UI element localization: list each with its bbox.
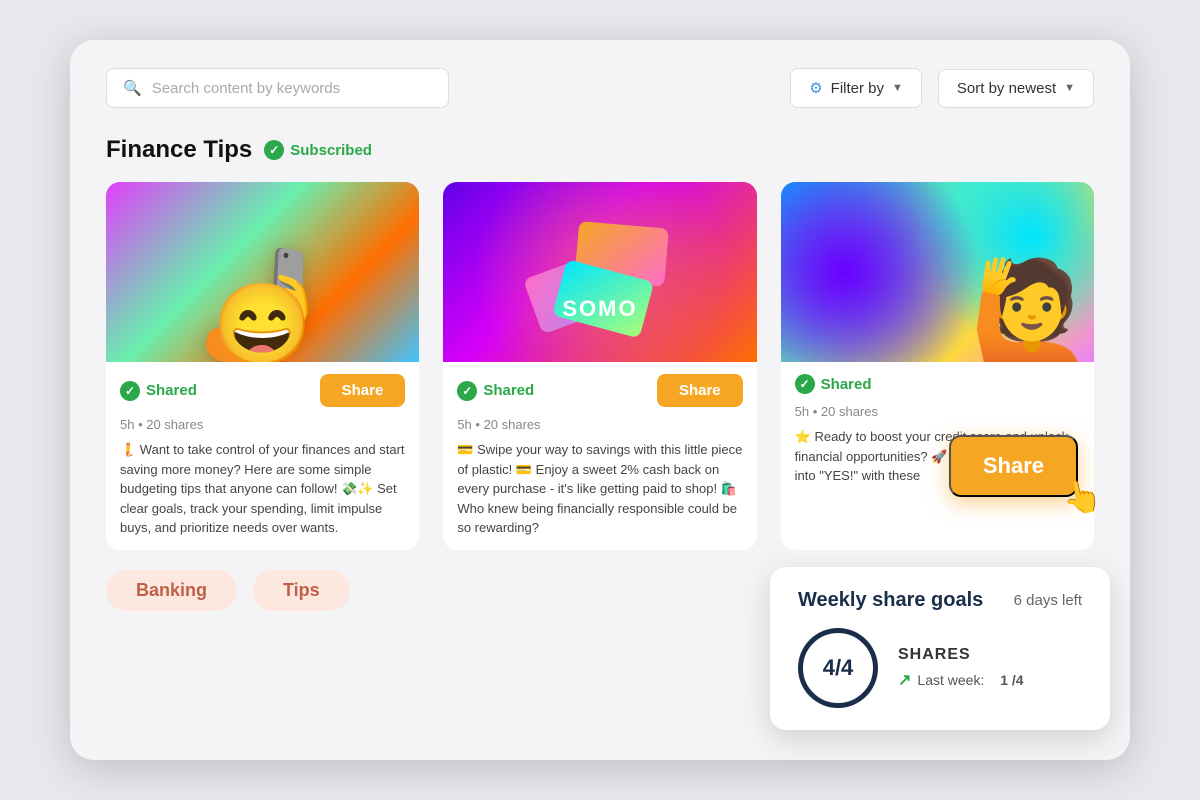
card-bottom-1: ✓ Shared Share 5h • 20 shares 🧜 Want to … <box>106 362 419 550</box>
last-week-value: 1 /4 <box>1000 672 1023 688</box>
share-button-1[interactable]: Share <box>320 374 406 407</box>
card-meta-3: 5h • 20 shares <box>795 404 1080 419</box>
content-card-2: SOMO ✓ Shared Share 5h • 20 shares 💳 Swi… <box>443 182 756 550</box>
goals-body: 4/4 SHARES ↗ Last week: 1 /4 <box>798 628 1082 708</box>
goals-popup: Weekly share goals 6 days left 4/4 SHARE… <box>770 567 1110 730</box>
filter-label: Filter by <box>831 80 884 97</box>
card-meta-1: 5h • 20 shares <box>120 417 405 432</box>
card2-brand-text: SOMO <box>562 296 637 322</box>
subscribed-badge: ✓ Subscribed <box>264 140 372 160</box>
filter-button[interactable]: ⚙ Filter by ▼ <box>790 68 922 108</box>
tag-banking[interactable]: Banking <box>106 570 237 611</box>
section-title: Finance Tips <box>106 136 252 164</box>
shared-label-2: ✓ Shared <box>457 381 534 401</box>
days-left: 6 days left <box>1014 592 1082 609</box>
main-card: 🔍 Search content by keywords ⚙ Filter by… <box>70 40 1130 760</box>
credit-cards <box>443 182 756 362</box>
filter-icon: ⚙ <box>809 79 822 97</box>
shared-check-icon-1: ✓ <box>120 381 140 401</box>
card-meta-2: 5h • 20 shares <box>457 417 742 432</box>
shared-check-icon-2: ✓ <box>457 381 477 401</box>
content-card-1: 🤳 ✓ Shared Share 5h • 20 shares 🧜 Want t… <box>106 182 419 550</box>
tag-tips[interactable]: Tips <box>253 570 350 611</box>
shared-check-icon-3: ✓ <box>795 374 815 394</box>
search-icon: 🔍 <box>123 79 142 97</box>
share-button-2[interactable]: Share <box>657 374 743 407</box>
share-overlay-button[interactable]: Share <box>949 435 1078 497</box>
card-bottom-2: ✓ Shared Share 5h • 20 shares 💳 Swipe yo… <box>443 362 756 550</box>
shared-label-1: ✓ Shared <box>120 381 197 401</box>
card-image-2: SOMO <box>443 182 756 362</box>
card-status-row-1: ✓ Shared Share <box>120 374 405 407</box>
last-week-label: Last week: <box>917 672 984 688</box>
shared-label-3: ✓ Shared <box>795 374 872 394</box>
card-text-1: 🧜 Want to take control of your finances … <box>120 440 405 538</box>
circle-progress: 4/4 <box>798 628 878 708</box>
subscribed-check-icon: ✓ <box>264 140 284 160</box>
card-image-3: 🙋 <box>781 182 1094 362</box>
goals-header: Weekly share goals 6 days left <box>798 589 1082 612</box>
search-box[interactable]: 🔍 Search content by keywords <box>106 68 449 108</box>
cursor-hand-icon: 👆 <box>1059 475 1105 519</box>
card-status-row-3: ✓ Shared <box>795 374 1080 394</box>
card-status-row-2: ✓ Shared Share <box>457 374 742 407</box>
sort-chevron-icon: ▼ <box>1064 82 1075 94</box>
cards-grid: 🤳 ✓ Shared Share 5h • 20 shares 🧜 Want t… <box>106 182 1094 550</box>
card-text-2: 💳 Swipe your way to savings with this li… <box>457 440 742 538</box>
filter-chevron-icon: ▼ <box>892 82 903 94</box>
subscribed-label: Subscribed <box>290 142 372 159</box>
goals-title: Weekly share goals <box>798 589 983 612</box>
last-week: ↗ Last week: 1 /4 <box>898 670 1024 690</box>
sort-label: Sort by newest <box>957 80 1056 97</box>
section-header: Finance Tips ✓ Subscribed <box>106 136 1094 164</box>
card-image-1: 🤳 <box>106 182 419 362</box>
sort-button[interactable]: Sort by newest ▼ <box>938 69 1094 108</box>
top-bar: 🔍 Search content by keywords ⚙ Filter by… <box>106 68 1094 108</box>
search-placeholder: Search content by keywords <box>152 80 340 97</box>
shares-label: SHARES <box>898 646 1024 664</box>
trend-up-icon: ↗ <box>898 670 911 690</box>
goals-info: SHARES ↗ Last week: 1 /4 <box>898 646 1024 690</box>
